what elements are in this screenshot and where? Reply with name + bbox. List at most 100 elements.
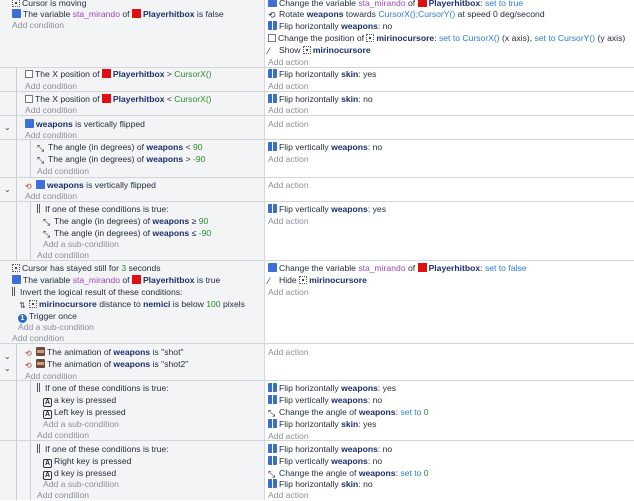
flip-icon bbox=[268, 94, 277, 103]
or-group-icon bbox=[37, 383, 41, 392]
or-group-icon bbox=[37, 204, 41, 213]
condition-row[interactable]: The variable sta_mirando of Playerhitbox… bbox=[12, 274, 220, 286]
actions-column: Flip vertically weapons: no Add action bbox=[264, 140, 634, 178]
event-animation[interactable]: ⌄ ⌄ ⟲ The animation of weapons is "shot" … bbox=[0, 344, 634, 381]
action-row[interactable]: Flip horizontally weapons: no bbox=[268, 20, 392, 32]
condition-row[interactable]: ⟲ The animation of weapons is "shot2" bbox=[25, 358, 188, 370]
add-action-link[interactable]: Add action bbox=[268, 215, 309, 227]
indent-line bbox=[16, 344, 17, 381]
action-row[interactable]: Flip vertically weapons: no bbox=[268, 455, 382, 467]
action-row[interactable]: Flip horizontally weapons: yes bbox=[268, 382, 396, 394]
invert-group-icon bbox=[12, 287, 16, 296]
action-row[interactable]: ⁄ Show mirinocursore bbox=[268, 44, 371, 56]
actions-column: Flip horizontally skin: no Add action bbox=[264, 92, 634, 116]
action-row[interactable]: Change the variable sta_mirando of Playe… bbox=[268, 262, 527, 274]
crosshair-icon bbox=[299, 276, 308, 284]
indent-line bbox=[16, 116, 17, 140]
event-weapons-flipped-2[interactable]: ⌄ ⟲ weapons is vertically flipped Add con… bbox=[0, 178, 634, 202]
add-action-link[interactable]: Add action bbox=[268, 286, 309, 298]
variable-icon bbox=[268, 0, 277, 7]
add-condition-link[interactable]: Add condition bbox=[12, 19, 64, 31]
action-row[interactable]: Flip vertically weapons: no bbox=[268, 141, 382, 153]
flip-icon bbox=[268, 479, 277, 488]
event-x-less[interactable]: The X position of Playerhitbox < CursorX… bbox=[0, 92, 634, 116]
actions-column: Add action bbox=[264, 344, 634, 381]
indent-line bbox=[16, 178, 17, 202]
flip-icon bbox=[268, 383, 277, 392]
action-row[interactable]: ⤡ Change the angle of weapons: set to 0 bbox=[268, 406, 429, 418]
variable-name: sta_mirando bbox=[72, 9, 120, 19]
conditions-column: The X position of Playerhitbox > CursorX… bbox=[0, 68, 264, 92]
object-thumbnail-icon bbox=[417, 0, 427, 7]
event-keys-right[interactable]: If one of these conditions is true: A Rig… bbox=[0, 441, 634, 500]
action-row[interactable]: ⁄ Hide mirinocursore bbox=[268, 274, 367, 286]
flip-icon bbox=[268, 204, 277, 213]
condition-row[interactable]: ⤡ The angle (in degrees) of weapons < 90 bbox=[37, 141, 203, 153]
event-or-angle[interactable]: If one of these conditions is true: ⤡ The… bbox=[0, 202, 634, 261]
action-row[interactable]: Flip vertically weapons: no bbox=[268, 394, 382, 406]
indent-line bbox=[30, 202, 31, 261]
event-cursor-still[interactable]: Cursor has stayed still for 3 seconds Th… bbox=[0, 261, 634, 344]
distance-icon: ⇅ bbox=[19, 301, 26, 310]
actions-column: Change the variable sta_mirando of Playe… bbox=[264, 0, 634, 68]
add-action-link[interactable]: Add action bbox=[268, 118, 309, 130]
action-row[interactable]: Flip horizontally skin: yes bbox=[268, 418, 376, 430]
action-row[interactable]: ⟲ Rotate weapons towards CursorX();Cursor… bbox=[268, 8, 545, 20]
or-condition-row[interactable]: If one of these conditions is true: bbox=[37, 203, 169, 215]
position-icon bbox=[268, 34, 276, 42]
indent-line bbox=[16, 68, 17, 92]
action-row[interactable]: Flip horizontally skin: yes bbox=[268, 68, 376, 80]
or-condition-row[interactable]: If one of these conditions is true: bbox=[37, 443, 169, 455]
animation-icon bbox=[36, 347, 45, 356]
object-thumbnail-icon bbox=[417, 263, 427, 272]
collapse-chevron-icon[interactable]: ⌄ bbox=[4, 364, 11, 373]
invert-condition-row[interactable]: Invert the logical result of these condi… bbox=[12, 286, 182, 298]
rotate-icon: ⟲ bbox=[268, 10, 276, 20]
indent-line bbox=[30, 441, 31, 500]
variable-icon bbox=[268, 263, 277, 272]
event-angle-range[interactable]: ⤡ The angle (in degrees) of weapons < 90 … bbox=[0, 140, 634, 178]
add-action-link[interactable]: Add action bbox=[268, 179, 309, 191]
flip-icon bbox=[268, 419, 277, 428]
action-row[interactable]: Change the position of mirinocursore: se… bbox=[268, 32, 625, 44]
conditions-column: ⌄ ⌄ ⟲ The animation of weapons is "shot" … bbox=[0, 344, 264, 381]
weapons-object-icon bbox=[25, 119, 34, 128]
condition-row[interactable]: The X position of Playerhitbox > CursorX… bbox=[25, 68, 212, 80]
flip-icon bbox=[268, 142, 277, 151]
mouse-icon bbox=[12, 0, 20, 7]
event-keys-left[interactable]: If one of these conditions is true: Aa k… bbox=[0, 381, 634, 441]
condition-row[interactable]: ⟲ The animation of weapons is "shot" bbox=[25, 346, 184, 358]
flip-icon bbox=[268, 21, 277, 30]
event-cursor-moving[interactable]: Cursor is moving The variable sta_mirand… bbox=[0, 0, 634, 68]
condition-row[interactable]: Cursor has stayed still for 3 seconds bbox=[12, 262, 161, 274]
condition-row[interactable]: ⇅ mirinocursore distance to nemici is bel… bbox=[18, 298, 245, 310]
conditions-column: ⌄ weapons is vertically flipped Add cond… bbox=[0, 116, 264, 140]
variable-icon bbox=[12, 275, 21, 284]
mouse-icon bbox=[12, 264, 20, 272]
collapse-chevron-icon[interactable]: ⌄ bbox=[4, 123, 11, 132]
or-condition-row[interactable]: If one of these conditions is true: bbox=[37, 382, 169, 394]
indent-line bbox=[30, 140, 31, 178]
add-action-link[interactable]: Add action bbox=[268, 489, 309, 501]
condition-row[interactable]: A Right key is pressed bbox=[43, 455, 131, 468]
flip-icon bbox=[268, 456, 277, 465]
condition-row[interactable]: Aa key is pressed bbox=[43, 394, 116, 407]
add-action-link[interactable]: Add action bbox=[268, 346, 309, 358]
add-action-link[interactable]: Add action bbox=[268, 153, 309, 165]
object-thumbnail-icon bbox=[101, 69, 111, 78]
condition-row[interactable]: A Left key is pressed bbox=[43, 406, 126, 419]
actions-column: Add action bbox=[264, 178, 634, 202]
event-x-greater[interactable]: The X position of Playerhitbox > CursorX… bbox=[0, 68, 634, 92]
condition-row[interactable]: ⤡ The angle (in degrees) of weapons > -90 bbox=[37, 153, 205, 165]
add-condition-link[interactable]: Add condition bbox=[37, 165, 89, 177]
hide-icon: ⁄ bbox=[268, 276, 270, 286]
add-condition-link[interactable]: Add condition bbox=[37, 489, 89, 501]
actions-column: Add action bbox=[264, 116, 634, 140]
actions-column: Flip vertically weapons: yes Add action bbox=[264, 202, 634, 261]
action-row[interactable]: Flip horizontally weapons: no bbox=[268, 443, 392, 455]
condition-row[interactable]: ⤡ The angle (in degrees) of weapons ≥ 90 bbox=[43, 215, 208, 227]
collapse-chevron-icon[interactable]: ⌄ bbox=[4, 352, 11, 361]
event-weapons-flipped[interactable]: ⌄ weapons is vertically flipped Add cond… bbox=[0, 116, 634, 140]
action-row[interactable]: Flip vertically weapons: yes bbox=[268, 203, 386, 215]
collapse-chevron-icon[interactable]: ⌄ bbox=[4, 185, 11, 194]
